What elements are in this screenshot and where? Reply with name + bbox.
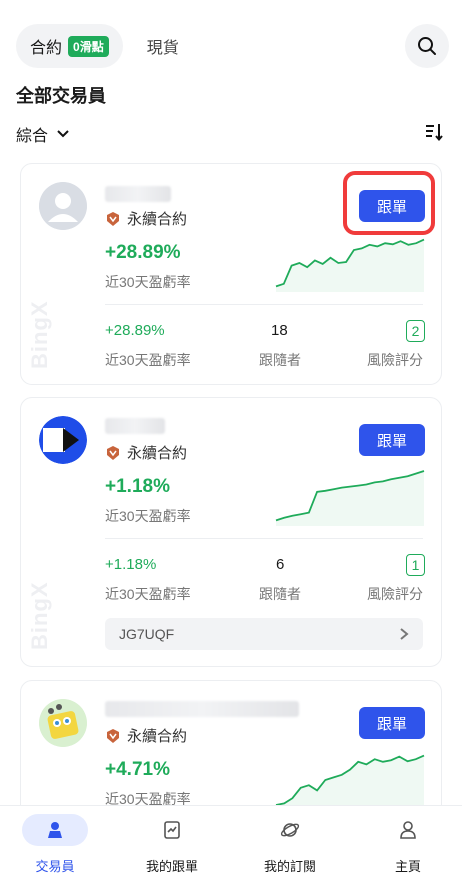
stat-roi: +1.18% — [105, 556, 157, 573]
roi-sparkline — [275, 238, 425, 292]
tab-spot[interactable]: 現貨 — [147, 34, 179, 58]
followers-label: 跟隨者 — [259, 352, 301, 368]
medal-icon — [107, 211, 119, 226]
roi-sparkline — [275, 754, 425, 809]
followers-count: 18 — [271, 322, 288, 339]
page-title: 全部交易員 — [16, 86, 106, 106]
nav-my-subscriptions[interactable]: 我的訂閱 — [240, 814, 340, 875]
divider — [105, 538, 423, 539]
nav-my-copy-orders-label: 我的跟單 — [145, 859, 198, 874]
contract-tag: 永續合約 — [105, 725, 187, 746]
invite-code-row[interactable]: JG7UQF — [105, 618, 423, 650]
sponge-avatar-icon — [39, 699, 87, 747]
zero-slippage-badge: 0滑點 — [68, 35, 109, 57]
risk-score-badge: 1 — [406, 554, 425, 576]
nav-my-copy-orders[interactable]: 我的跟單 — [122, 814, 222, 875]
trader-icon — [48, 822, 62, 838]
nav-profile-label: 主頁 — [394, 859, 421, 874]
chevron-down-icon — [57, 130, 69, 138]
stat-roi-label: 近30天盈虧率 — [105, 586, 191, 602]
trader-name-redacted — [105, 418, 165, 434]
risk-label: 風險評分 — [367, 352, 423, 368]
nav-profile[interactable]: 主頁 — [358, 814, 458, 875]
stat-roi-label: 近30天盈虧率 — [105, 352, 191, 368]
contract-tag: 永續合約 — [105, 208, 187, 229]
roi-value: +1.18% — [105, 476, 170, 497]
sort-label: 綜合 — [16, 128, 49, 145]
search-icon — [418, 37, 436, 55]
copy-orders-icon — [164, 821, 180, 839]
contract-tag-label: 永續合約 — [127, 728, 188, 745]
trader-name-redacted — [105, 701, 299, 717]
contract-tag-label: 永續合約 — [127, 211, 188, 228]
follow-button-highlight — [343, 171, 435, 235]
nav-my-subscriptions-label: 我的訂閱 — [263, 859, 316, 874]
sort-dropdown[interactable]: 綜合 — [16, 122, 70, 146]
trader-card[interactable]: 永續合約 跟單 +28.89% 近30天盈虧率 +28.89% 近30天盈虧率 … — [20, 163, 442, 385]
bingx-watermark: BingX — [27, 300, 52, 369]
tab-futures-label: 合約 — [30, 40, 63, 57]
medal-icon — [107, 445, 119, 460]
profile-icon — [400, 821, 416, 839]
risk-score-badge: 2 — [406, 320, 425, 342]
trader-name-redacted — [105, 186, 171, 202]
roi-label: 近30天盈虧率 — [105, 274, 191, 290]
nav-traders-label: 交易員 — [35, 859, 75, 874]
contract-tag-label: 永續合約 — [127, 445, 188, 462]
default-avatar-icon — [39, 182, 87, 230]
followers-label: 跟隨者 — [259, 586, 301, 602]
bottom-nav: 交易員 我的跟單 我的訂閱 主頁 — [0, 805, 462, 880]
contract-tag: 永續合約 — [105, 442, 187, 463]
search-button[interactable] — [405, 24, 449, 68]
sparkline-area — [276, 755, 424, 809]
subscription-icon — [280, 823, 300, 837]
roi-sparkline — [275, 470, 425, 526]
trader-logo-icon — [39, 416, 87, 464]
sort-order-icon[interactable] — [424, 122, 444, 142]
followers-count: 6 — [276, 556, 285, 573]
follow-button[interactable]: 跟單 — [359, 707, 425, 739]
avatar — [39, 182, 87, 230]
trader-card[interactable]: 永續合約 跟單 +1.18% 近30天盈虧率 +1.18% 近30天盈虧率 6 … — [20, 397, 442, 667]
sparkline-area — [276, 239, 424, 292]
invite-code: JG7UQF — [119, 626, 175, 642]
avatar — [39, 416, 87, 464]
market-tabs: 合約 0滑點 現貨 — [16, 24, 179, 68]
risk-label: 風險評分 — [367, 586, 423, 602]
avatar — [39, 699, 87, 747]
bingx-watermark: BingX — [27, 581, 52, 650]
sparkline-area — [276, 471, 424, 526]
chevron-right-icon — [400, 628, 409, 640]
stat-roi: +28.89% — [105, 322, 165, 339]
tab-futures[interactable]: 合約 0滑點 — [16, 24, 123, 68]
divider — [105, 304, 423, 305]
medal-icon — [107, 728, 119, 743]
follow-button[interactable]: 跟單 — [359, 424, 425, 456]
nav-traders[interactable]: 交易員 — [5, 814, 105, 875]
roi-label: 近30天盈虧率 — [105, 508, 191, 524]
roi-value: +28.89% — [105, 242, 181, 263]
roi-value: +4.71% — [105, 759, 170, 780]
